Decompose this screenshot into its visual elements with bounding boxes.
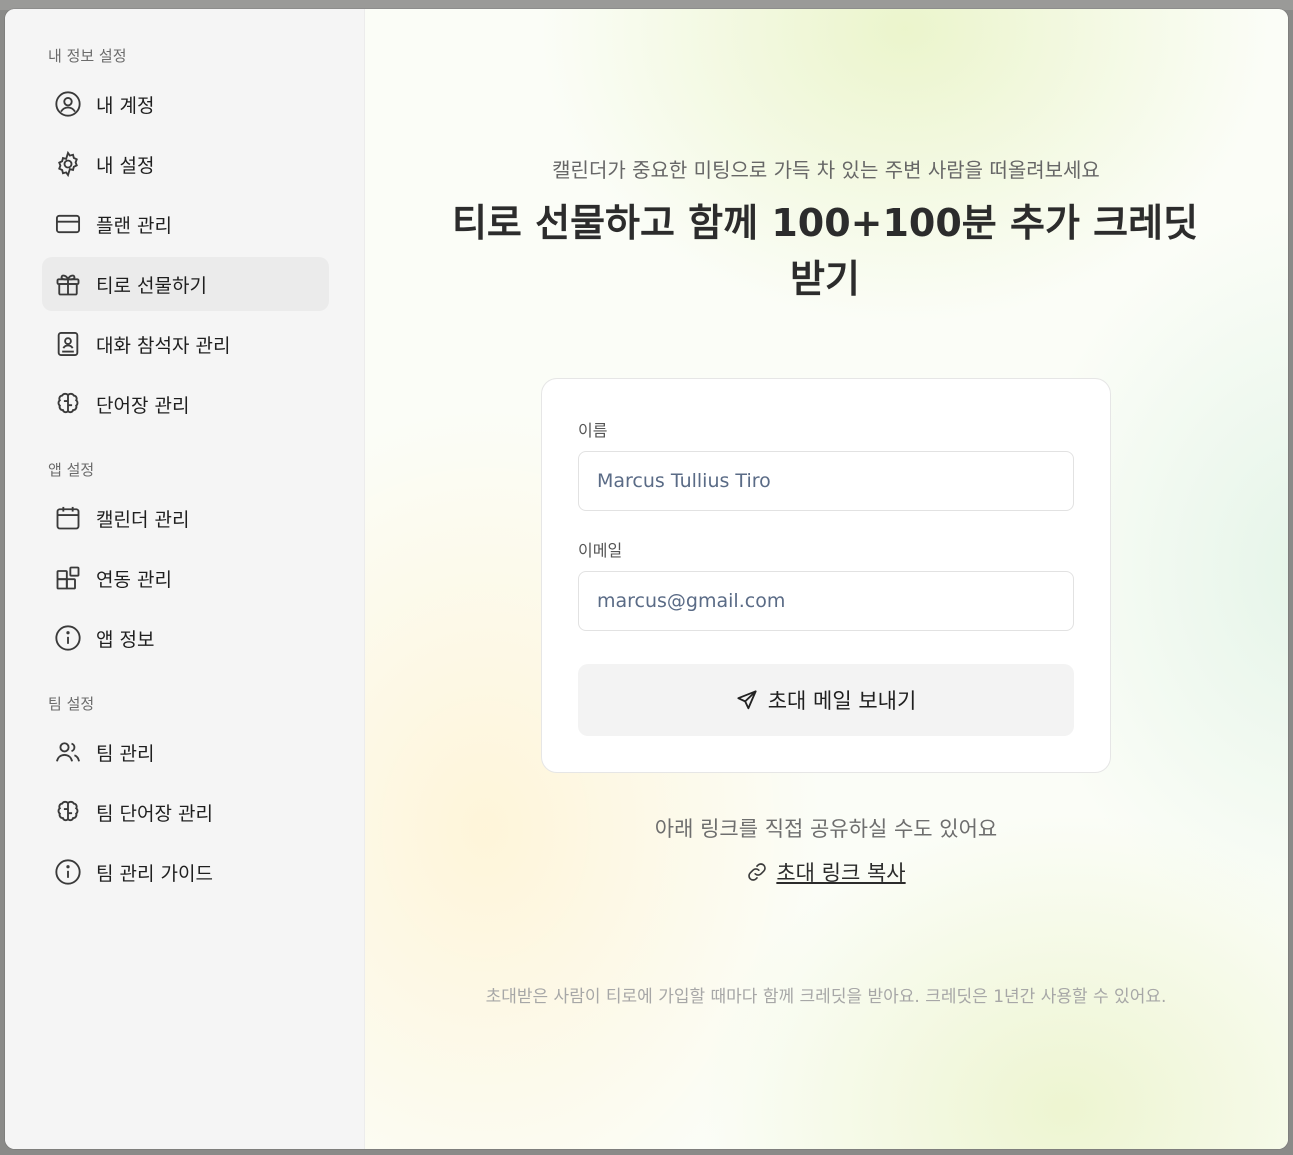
share-hint-text: 아래 링크를 직접 공유하실 수도 있어요	[654, 817, 998, 841]
send-invite-label: 초대 메일 보내기	[767, 689, 917, 713]
sidebar-item-app-info[interactable]: 앱 정보	[42, 611, 329, 665]
sidebar-item-label: 팀 단어장 관리	[96, 802, 213, 825]
sidebar-item-label: 내 계정	[96, 94, 155, 117]
sidebar-item-calendar[interactable]: 캘린더 관리	[42, 491, 329, 545]
user-circle-icon	[54, 90, 82, 118]
page-title: 티로 선물하고 함께 100+100분 추가 크레딧 받기	[451, 201, 1199, 301]
sidebar-item-label: 단어장 관리	[96, 394, 190, 417]
sidebar-item-my-account[interactable]: 내 계정	[42, 77, 329, 131]
sidebar-item-label: 캘린더 관리	[96, 508, 190, 531]
name-label: 이름	[578, 421, 608, 440]
gift-icon	[54, 270, 82, 298]
sidebar-item-gift-tiro[interactable]: 티로 선물하기	[42, 257, 329, 311]
send-invite-button[interactable]: 초대 메일 보내기	[578, 664, 1074, 736]
sidebar-item-label: 연동 관리	[96, 568, 172, 591]
brain-icon	[54, 390, 82, 418]
sidebar-item-label: 티로 선물하기	[96, 274, 207, 297]
sidebar-item-my-settings[interactable]: 내 설정	[42, 137, 329, 191]
send-icon	[737, 690, 757, 710]
section-label-team-settings: 팀 설정	[48, 695, 95, 713]
invite-form-card: 이름 Marcus Tullius Tiro 이메일 marcus@gmail.…	[541, 378, 1111, 773]
sidebar-item-team-management[interactable]: 팀 관리	[42, 725, 329, 779]
sidebar-item-label: 팀 관리 가이드	[96, 862, 213, 885]
sidebar-item-team-vocabulary[interactable]: 팀 단어장 관리	[42, 785, 329, 839]
section-label-my-info: 내 정보 설정	[48, 47, 127, 65]
brain-icon	[54, 798, 82, 826]
sidebar-item-integrations[interactable]: 연동 관리	[42, 551, 329, 605]
sidebar-item-label: 플랜 관리	[96, 214, 172, 237]
sidebar-item-participants[interactable]: 대화 참석자 관리	[42, 317, 329, 371]
name-input[interactable]: Marcus Tullius Tiro	[578, 451, 1074, 511]
settings-sidebar: 내 정보 설정 내 계정 내 설정 플랜 관리 티로 선물하기 대화 참석자 관…	[5, 9, 365, 1149]
sidebar-item-label: 대화 참석자 관리	[96, 334, 231, 357]
page-subtitle: 캘린더가 중요한 미팅으로 가득 차 있는 주변 사람을 떠올려보세요	[552, 158, 1100, 182]
copy-invite-link-label: 초대 링크 복사	[776, 861, 906, 885]
info-icon	[54, 624, 82, 652]
info-icon	[54, 858, 82, 886]
section-label-app-settings: 앱 설정	[48, 461, 95, 479]
copy-invite-link[interactable]: 초대 링크 복사	[365, 857, 1287, 887]
email-label: 이메일	[578, 541, 623, 560]
integration-blocks-icon	[54, 564, 82, 592]
link-icon	[748, 863, 767, 881]
sidebar-item-label: 앱 정보	[96, 628, 155, 651]
email-input[interactable]: marcus@gmail.com	[578, 571, 1074, 631]
sidebar-item-vocabulary[interactable]: 단어장 관리	[42, 377, 329, 431]
contact-book-icon	[54, 330, 82, 358]
credit-card-icon	[54, 210, 82, 238]
email-input-value: marcus@gmail.com	[597, 590, 786, 612]
gift-tiro-panel: 캘린더가 중요한 미팅으로 가득 차 있는 주변 사람을 떠올려보세요 티로 선…	[365, 9, 1288, 1149]
calendar-icon	[54, 504, 82, 532]
sidebar-item-label: 팀 관리	[96, 742, 155, 765]
sidebar-item-plan[interactable]: 플랜 관리	[42, 197, 329, 251]
settings-window: 내 정보 설정 내 계정 내 설정 플랜 관리 티로 선물하기 대화 참석자 관…	[5, 9, 1288, 1149]
users-icon	[54, 738, 82, 766]
sidebar-item-label: 내 설정	[96, 154, 155, 177]
name-input-value: Marcus Tullius Tiro	[597, 470, 771, 492]
gear-icon	[54, 150, 82, 178]
sidebar-item-team-guide[interactable]: 팀 관리 가이드	[42, 845, 329, 899]
credit-footnote: 초대받은 사람이 티로에 가입할 때마다 함께 크레딧을 받아요. 크레딧은 1…	[485, 987, 1167, 1007]
